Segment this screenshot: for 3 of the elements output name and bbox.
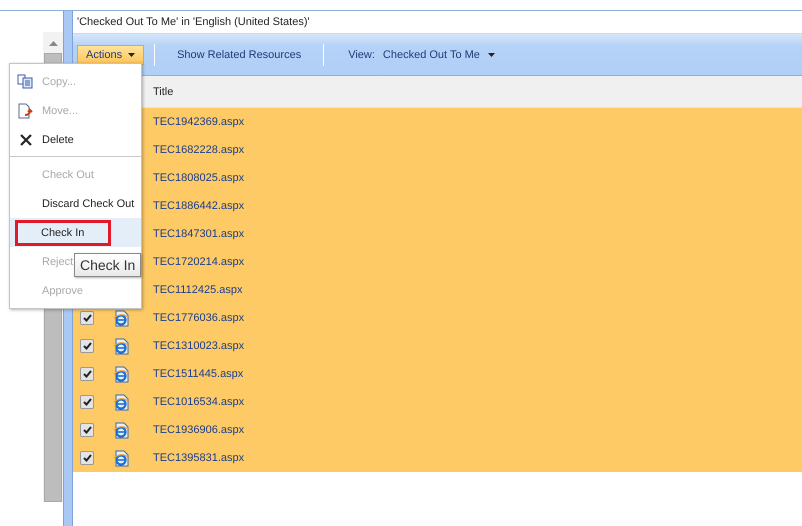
tooltip: Check In [74,253,142,277]
view-title: 'Checked Out To Me' in 'English (United States)' [77,16,310,28]
view-label: View: [348,48,375,60]
